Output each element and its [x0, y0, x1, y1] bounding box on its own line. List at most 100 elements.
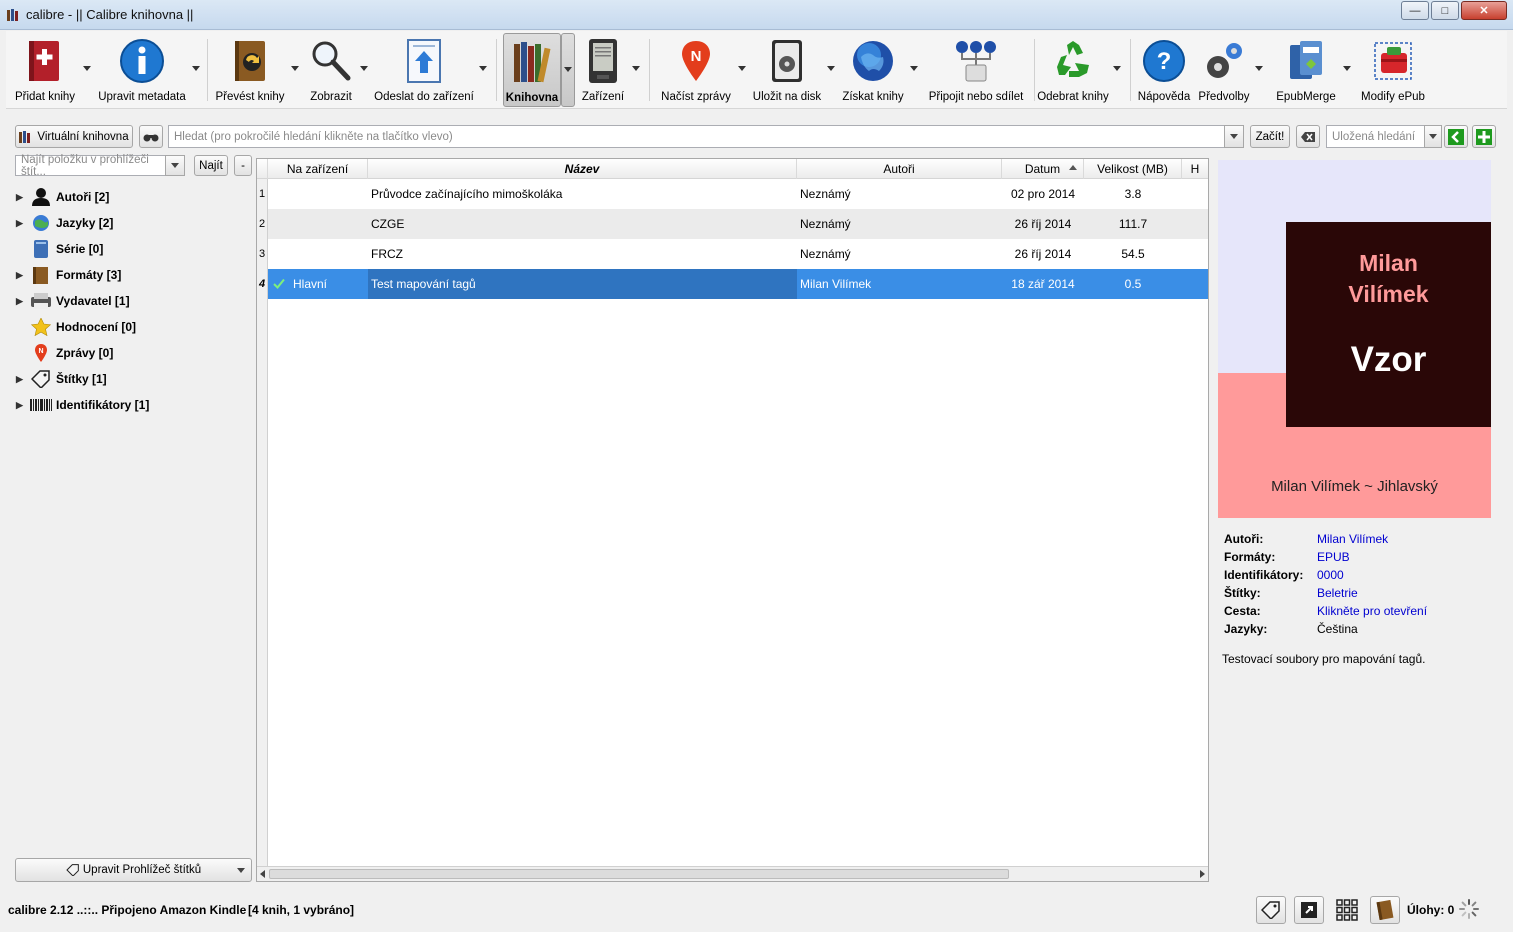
tree-item-formats[interactable]: ▶ Formáty [3] [16, 264, 121, 286]
detail-link-formats[interactable]: EPUB [1317, 550, 1350, 568]
edit-metadata-button[interactable]: Upravit metadata [94, 33, 190, 107]
advanced-search-button[interactable] [139, 125, 163, 148]
add-books-button[interactable]: Přidat knihy [10, 33, 80, 107]
expand-arrow-icon[interactable]: ▶ [16, 218, 30, 229]
virtual-library-button[interactable]: Virtuální knihovna [15, 125, 133, 148]
cover-flow-toggle-button[interactable] [1294, 896, 1324, 924]
scroll-right-icon[interactable] [1200, 870, 1205, 878]
view-button[interactable]: Zobrazit [302, 33, 360, 107]
minimize-button[interactable]: — [1401, 1, 1429, 20]
tree-item-publisher[interactable]: ▶ Vydavatel [1] [16, 290, 130, 312]
detail-row-tags: Štítky: Beletrie [1224, 586, 1494, 604]
library-button[interactable]: Knihovna [503, 33, 561, 107]
maximize-button[interactable]: □ [1431, 1, 1459, 20]
close-button[interactable]: ✕ [1461, 1, 1507, 20]
column-header-authors[interactable]: Autoři [797, 159, 1002, 179]
convert-icon [235, 41, 265, 81]
title-bar: calibre - || Calibre knihovna || — □ ✕ [0, 0, 1513, 30]
convert-books-menu[interactable] [288, 33, 302, 107]
view-menu[interactable] [358, 33, 372, 107]
table-row-selected[interactable]: 4 Hlavní Test mapování tagů Milan Vilíme… [257, 269, 1208, 299]
fetch-news-menu[interactable] [736, 33, 750, 107]
column-header-device[interactable]: Na zařízení [268, 159, 368, 179]
book-details-toggle-button[interactable] [1370, 896, 1400, 924]
detail-row-identifiers: Identifikátory: 0000 [1224, 568, 1494, 586]
news-pin-icon: N [35, 344, 47, 362]
device-menu[interactable] [630, 33, 644, 107]
main-toolbar: Přidat knihy Upravit metadata Převést kn… [6, 31, 1507, 109]
cell-title: CZGE [371, 217, 405, 231]
search-history-dropdown[interactable] [1224, 125, 1244, 148]
table-row[interactable]: 3 FRCZ Neznámý 26 říj 2014 54.5 [257, 239, 1208, 269]
cell-date: 18 zář 2014 [1011, 277, 1075, 291]
table-row[interactable]: 2 CZGE Neznámý 26 říj 2014 111.7 [257, 209, 1208, 239]
remove-books-menu[interactable] [1110, 33, 1124, 107]
save-to-disk-button[interactable]: Uložit na disk [750, 33, 824, 107]
person-icon [32, 188, 50, 206]
get-books-menu[interactable] [908, 33, 922, 107]
epubmerge-menu[interactable] [1340, 33, 1354, 107]
manage-tag-browser-button[interactable]: Upravit Prohlížeč štítků [15, 858, 252, 882]
library-menu[interactable] [561, 33, 575, 107]
fetch-news-button[interactable]: N Načíst zprávy [656, 33, 736, 107]
convert-books-button[interactable]: Převést knihy [212, 33, 288, 107]
send-to-device-button[interactable]: Odeslat do zařízení [372, 33, 476, 107]
column-header-title[interactable]: Název [368, 159, 797, 179]
tag-browser-find-input[interactable]: Najít položku v prohlížeči štít... [15, 154, 167, 178]
get-books-button[interactable]: Získat knihy [838, 33, 908, 107]
column-header-size[interactable]: Velikost (MB) [1084, 159, 1182, 179]
expand-arrow-icon[interactable]: ▶ [16, 270, 30, 281]
tree-item-news[interactable]: N Zprávy [0] [16, 342, 113, 364]
epubmerge-button[interactable]: EpubMerge [1270, 33, 1342, 107]
jobs-status[interactable]: Úlohy: 0 [1407, 903, 1454, 917]
add-search-button[interactable] [1472, 125, 1496, 148]
saved-search-dropdown[interactable] [1424, 125, 1442, 148]
horizontal-scrollbar[interactable] [257, 866, 1208, 881]
preferences-button[interactable]: Předvolby [1196, 33, 1252, 107]
expand-arrow-icon[interactable]: ▶ [16, 374, 30, 385]
tree-item-authors[interactable]: ▶ Autoři [2] [16, 186, 109, 208]
preferences-menu[interactable] [1252, 33, 1266, 107]
add-books-menu[interactable] [80, 33, 94, 107]
scroll-left-icon[interactable] [260, 870, 265, 878]
expand-arrow-icon[interactable]: ▶ [16, 192, 30, 203]
tree-item-label: Formáty [3] [56, 268, 122, 282]
tree-item-tags[interactable]: ▶ Štítky [1] [16, 368, 107, 390]
tree-item-series[interactable]: Série [0] [16, 238, 103, 260]
table-row[interactable]: 1 Průvodce začínajícího mimoškoláka Nezn… [257, 179, 1208, 209]
tag-browser-find-dropdown[interactable] [165, 155, 185, 176]
save-to-disk-menu[interactable] [824, 33, 838, 107]
tag-browser-find-button[interactable]: Najít [194, 155, 228, 176]
tree-item-languages[interactable]: ▶ Jazyky [2] [16, 212, 113, 234]
detail-link-authors[interactable]: Milan Vilímek [1317, 532, 1388, 550]
save-search-button[interactable] [1444, 125, 1468, 148]
send-to-device-menu[interactable] [476, 33, 490, 107]
tag-browser-collapse-button[interactable]: - [234, 155, 252, 176]
connect-share-button[interactable]: Připojit nebo sdílet [924, 33, 1028, 107]
column-header-date[interactable]: Datum [1002, 159, 1084, 179]
modify-epub-button[interactable]: Modify ePub [1356, 33, 1430, 107]
tag-browser-toggle-button[interactable] [1256, 896, 1286, 924]
device-button[interactable]: Zařízení [576, 33, 630, 107]
row-number: 4 [257, 269, 268, 299]
tree-item-rating[interactable]: Hodnocení [0] [16, 316, 136, 338]
detail-link-tags[interactable]: Beletrie [1317, 586, 1358, 604]
detail-link-path[interactable]: Klikněte pro otevření [1317, 604, 1427, 622]
help-button[interactable]: ? Nápověda [1136, 33, 1192, 107]
grid-view-toggle-button[interactable] [1332, 896, 1362, 924]
edit-metadata-menu[interactable] [190, 33, 204, 107]
clear-search-button[interactable] [1296, 125, 1320, 148]
search-start-button[interactable]: Začít! [1250, 125, 1290, 148]
remove-books-button[interactable]: Odebrat knihy [1036, 33, 1110, 107]
detail-link-identifiers[interactable]: 0000 [1317, 568, 1344, 586]
cover-author-last: Vilímek [1348, 281, 1429, 307]
search-input[interactable]: Hledat (pro pokročilé hledání klikněte n… [168, 125, 1226, 148]
scrollbar-thumb[interactable] [269, 869, 1009, 879]
expand-arrow-icon[interactable]: ▶ [16, 400, 30, 411]
book-cover[interactable]: Milan Vilímek Vzor Milan Vilímek ~ Jihla… [1218, 160, 1491, 518]
tree-item-identifiers[interactable]: ▶ Identifikátory [1] [16, 394, 149, 416]
column-header-extra[interactable]: H [1182, 159, 1208, 179]
expand-arrow-icon[interactable]: ▶ [16, 296, 30, 307]
saved-search-input[interactable]: Uložená hledání [1326, 125, 1426, 148]
detail-key: Cesta: [1224, 604, 1261, 618]
